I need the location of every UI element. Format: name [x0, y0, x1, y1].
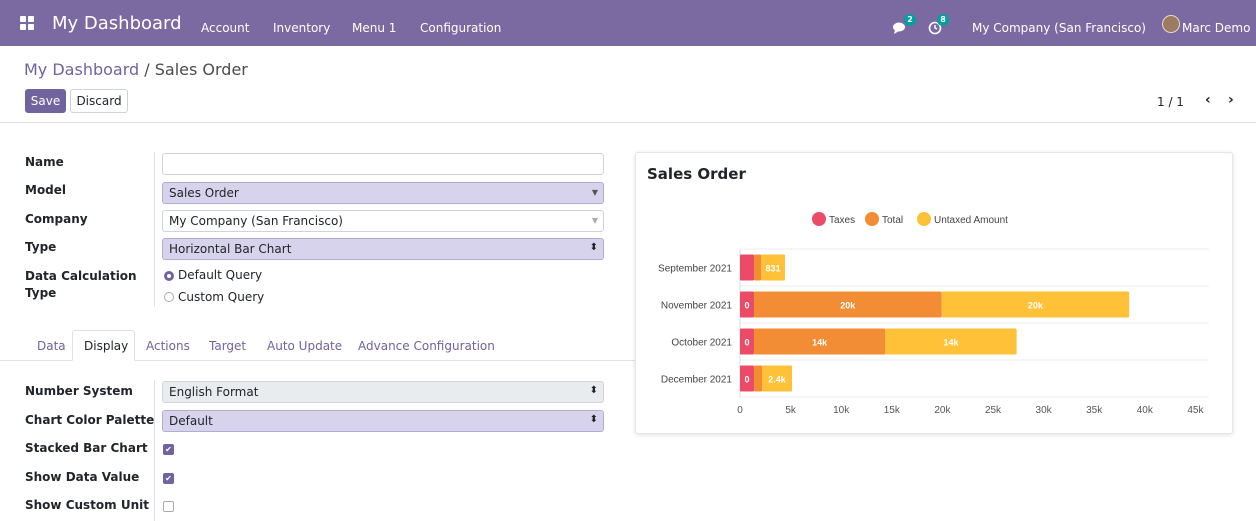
x-tick-label: 25k: [985, 405, 1002, 416]
stacked-bar-label: Stacked Bar Chart: [25, 441, 148, 455]
palette-label: Chart Color Palette: [25, 413, 155, 427]
name-label: Name: [25, 155, 64, 169]
show-data-value-checkbox[interactable]: ✔: [163, 473, 174, 484]
x-tick-label: 35k: [1086, 405, 1103, 416]
save-button[interactable]: Save: [25, 89, 66, 113]
top-navbar: My Dashboard Account Inventory Menu 1 Co…: [0, 0, 1256, 46]
chevron-down-icon[interactable]: ▼: [592, 183, 598, 203]
updown-arrows-icon[interactable]: ⬍: [590, 410, 598, 430]
show-data-value-label: Show Data Value: [25, 470, 140, 484]
data-value-label: 831: [765, 264, 780, 274]
updown-arrows-icon[interactable]: ⬍: [590, 381, 598, 401]
data-value-label: 14k: [812, 338, 828, 348]
menu-menu-1[interactable]: Menu 1: [352, 21, 396, 35]
bar-total: [754, 254, 761, 281]
radio-default-query-label[interactable]: Default Query: [178, 268, 262, 282]
messages-count-badge: 2: [904, 14, 916, 26]
type-select[interactable]: Horizontal Bar Chart ⬍: [162, 238, 604, 260]
control-panel: My Dashboard / Sales Order Save Discard …: [0, 46, 1256, 123]
model-value: Sales Order: [169, 186, 239, 200]
breadcrumb-parent[interactable]: My Dashboard: [24, 60, 139, 79]
menu-inventory[interactable]: Inventory: [273, 21, 330, 35]
palette-value: Default: [169, 414, 213, 428]
x-tick-label: 5k: [785, 405, 797, 416]
number-system-value: English Format: [169, 385, 259, 399]
name-input[interactable]: [162, 153, 604, 175]
data-value-label: 0: [744, 301, 749, 311]
x-tick-label: 45k: [1187, 405, 1204, 416]
category-label: October 2021: [671, 338, 732, 349]
legend-label-2: Untaxed Amount: [934, 215, 1008, 226]
menu-account[interactable]: Account: [201, 21, 249, 35]
radio-custom-query[interactable]: [164, 292, 174, 302]
chart-card: Sales Order Taxes Total Untaxed Amount 0 5k 1…: [635, 152, 1233, 434]
bar-total: [754, 365, 762, 392]
x-tick-label: 30k: [1036, 405, 1053, 416]
category-label: September 2021: [658, 264, 732, 275]
x-tick-label: 20k: [934, 405, 951, 416]
company-switcher[interactable]: My Company (San Francisco): [972, 21, 1146, 35]
x-tick-label: 0: [737, 405, 743, 416]
pager-value[interactable]: 1 / 1: [1157, 95, 1184, 109]
display-form-divider: [154, 380, 155, 521]
form-divider: [154, 152, 155, 307]
bar-chart: Taxes Total Untaxed Amount 0 5k 10k 15k 20k 25k 3…: [658, 212, 1209, 416]
company-select[interactable]: My Company (San Francisco) ▼: [162, 210, 604, 232]
user-menu[interactable]: Marc Demo: [1182, 21, 1250, 35]
legend-label-1: Total: [882, 215, 903, 226]
calc-type-label-line1: Data Calculation: [25, 269, 137, 283]
legend-swatch-1: [865, 212, 879, 226]
model-label: Model: [25, 183, 67, 197]
x-tick-label: 40k: [1137, 405, 1154, 416]
show-custom-unit-label: Show Custom Unit: [25, 498, 149, 512]
tab-display[interactable]: Display: [84, 339, 128, 353]
show-custom-unit-checkbox[interactable]: [163, 501, 174, 512]
data-value-label: 20k: [840, 301, 856, 311]
tab-advance-configuration[interactable]: Advance Configuration: [358, 339, 495, 353]
data-value-label: 20k: [1028, 301, 1044, 311]
company-value: My Company (San Francisco): [169, 214, 343, 228]
model-select[interactable]: Sales Order ▼: [162, 182, 604, 204]
breadcrumb: My Dashboard / Sales Order: [24, 60, 248, 79]
legend-swatch-0: [812, 212, 826, 226]
category-label: November 2021: [661, 301, 733, 312]
category-label: December 2021: [661, 375, 733, 386]
apps-menu-icon[interactable]: [20, 16, 36, 30]
company-label: Company: [25, 212, 88, 226]
data-value-label: 0: [744, 375, 749, 385]
tab-actions[interactable]: Actions: [146, 339, 190, 353]
discard-button[interactable]: Discard: [70, 89, 128, 113]
palette-select[interactable]: Default ⬍: [162, 410, 604, 432]
legend-swatch-2: [917, 212, 931, 226]
menu-configuration[interactable]: Configuration: [420, 21, 501, 35]
type-label: Type: [25, 240, 57, 254]
bar-taxes: [740, 254, 754, 281]
radio-default-query[interactable]: [164, 271, 174, 281]
updown-arrows-icon[interactable]: ⬍: [590, 238, 598, 258]
pager-prev-icon[interactable]: ‹: [1205, 92, 1211, 108]
x-tick-label: 15k: [884, 405, 901, 416]
activities-count-badge: 8: [937, 14, 949, 26]
app-brand[interactable]: My Dashboard: [52, 13, 182, 34]
radio-custom-query-label[interactable]: Custom Query: [178, 290, 264, 304]
breadcrumb-separator: /: [139, 60, 155, 79]
chevron-down-icon[interactable]: ▼: [592, 211, 598, 231]
x-tick-label: 10k: [833, 405, 850, 416]
legend-label-0: Taxes: [829, 215, 855, 226]
tab-data[interactable]: Data: [37, 339, 66, 353]
type-value: Horizontal Bar Chart: [169, 242, 292, 256]
number-system-label: Number System: [25, 384, 133, 398]
tab-auto-update[interactable]: Auto Update: [267, 339, 342, 353]
tab-target[interactable]: Target: [209, 339, 246, 353]
data-value-label: 0: [744, 338, 749, 348]
calc-type-label-line2: Type: [25, 286, 57, 300]
data-value-label: 14k: [943, 338, 959, 348]
data-value-label: 2.4k: [768, 375, 787, 385]
breadcrumb-current: Sales Order: [154, 60, 248, 79]
stacked-bar-checkbox[interactable]: ✔: [163, 444, 174, 455]
user-avatar[interactable]: [1162, 15, 1180, 33]
pager-next-icon[interactable]: ›: [1228, 92, 1234, 108]
number-system-select[interactable]: English Format ⬍: [162, 381, 604, 403]
